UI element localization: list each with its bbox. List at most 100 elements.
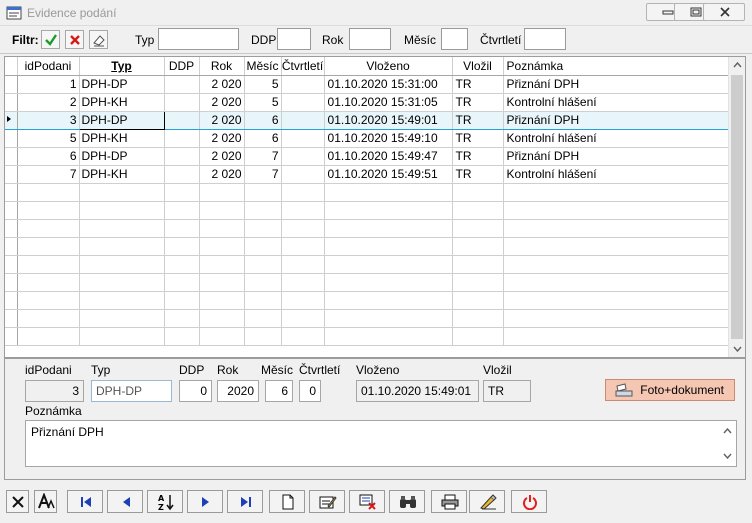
cell-ctvrtleti[interactable] bbox=[281, 273, 325, 292]
cell-typ[interactable]: DPH-KH bbox=[79, 165, 165, 184]
cell-typ[interactable] bbox=[79, 183, 165, 202]
cell-vlozil[interactable] bbox=[452, 183, 504, 202]
cell-vlozeno[interactable]: 01.10.2020 15:49:10 bbox=[324, 129, 453, 148]
cell-vlozeno[interactable] bbox=[324, 273, 453, 292]
cell-ddp[interactable] bbox=[164, 110, 200, 130]
cell-vlozeno[interactable]: 01.10.2020 15:49:01 bbox=[324, 110, 453, 130]
cell-ctvrtleti[interactable] bbox=[281, 129, 325, 148]
memo-scroll-down-icon[interactable] bbox=[723, 453, 732, 459]
cell-vlozeno[interactable] bbox=[324, 183, 453, 202]
cell-mesic[interactable] bbox=[244, 327, 282, 346]
clear-filter-button[interactable] bbox=[89, 30, 108, 49]
cell-ctvrtleti[interactable] bbox=[281, 75, 325, 94]
cell-rok[interactable] bbox=[199, 219, 245, 238]
cell-ctvrtleti[interactable] bbox=[281, 93, 325, 112]
cell-idpodani[interactable]: 2 bbox=[17, 93, 80, 112]
cell-vlozeno[interactable] bbox=[324, 255, 453, 274]
cell-vlozil[interactable] bbox=[452, 219, 504, 238]
cell-typ[interactable]: DPH-DP bbox=[79, 147, 165, 166]
cell-ctvrtleti[interactable] bbox=[281, 147, 325, 166]
cell-typ[interactable] bbox=[79, 255, 165, 274]
cell-rok[interactable] bbox=[199, 183, 245, 202]
cell-mesic[interactable]: 7 bbox=[244, 147, 282, 166]
cell-idpodani[interactable]: 1 bbox=[17, 75, 80, 94]
cell-ctvrtleti[interactable] bbox=[281, 110, 325, 130]
scroll-down-icon[interactable] bbox=[733, 346, 742, 352]
cell-vlozil[interactable]: TR bbox=[452, 147, 504, 166]
cell-vlozeno[interactable] bbox=[324, 309, 453, 328]
col-header-mesic[interactable]: Měsíc bbox=[244, 57, 282, 76]
cell-typ[interactable] bbox=[79, 237, 165, 256]
filter-typ-input[interactable] bbox=[158, 28, 239, 50]
cell-rok[interactable] bbox=[199, 237, 245, 256]
cell-idpodani[interactable] bbox=[17, 327, 80, 346]
cell-vlozil[interactable]: TR bbox=[452, 110, 504, 130]
cell-mesic[interactable]: 5 bbox=[244, 93, 282, 112]
table-row[interactable]: 1 DPH-DP 2 020 5 01.10.2020 15:31:00 TR Přizná… bbox=[5, 75, 733, 94]
cell-typ[interactable] bbox=[79, 291, 165, 310]
cell-poznamka[interactable]: Přiznání DPH bbox=[503, 75, 733, 94]
cell-vlozil[interactable]: TR bbox=[452, 75, 504, 94]
previous-record-button[interactable] bbox=[107, 490, 143, 513]
cell-ddp[interactable] bbox=[164, 273, 200, 292]
cell-poznamka[interactable] bbox=[503, 237, 733, 256]
cell-ddp[interactable] bbox=[164, 129, 200, 148]
search-button[interactable] bbox=[389, 490, 425, 513]
col-header-vlozeno[interactable]: Vloženo bbox=[324, 57, 453, 76]
cell-vlozil[interactable]: TR bbox=[452, 93, 504, 112]
cell-mesic[interactable] bbox=[244, 291, 282, 310]
cell-idpodani[interactable]: 7 bbox=[17, 165, 80, 184]
cell-typ[interactable] bbox=[79, 201, 165, 220]
scroll-thumb[interactable] bbox=[731, 75, 743, 339]
new-record-button[interactable] bbox=[269, 490, 305, 513]
cell-vlozeno[interactable]: 01.10.2020 15:49:51 bbox=[324, 165, 453, 184]
records-grid[interactable]: idPodani Typ DDP Rok Měsíc Čtvrtletí Vlo… bbox=[4, 56, 746, 358]
cell-vlozeno[interactable] bbox=[324, 201, 453, 220]
cell-idpodani[interactable] bbox=[17, 255, 80, 274]
cell-idpodani[interactable] bbox=[17, 237, 80, 256]
font-settings-button[interactable] bbox=[34, 490, 57, 513]
first-record-button[interactable] bbox=[67, 490, 103, 513]
cell-ddp[interactable] bbox=[164, 93, 200, 112]
cell-typ[interactable] bbox=[79, 309, 165, 328]
cell-vlozil[interactable] bbox=[452, 273, 504, 292]
cell-mesic[interactable] bbox=[244, 273, 282, 292]
table-row[interactable]: 3 DPH-DP 2 020 6 01.10.2020 15:49:01 TR Přizná… bbox=[5, 110, 733, 130]
cell-rok[interactable]: 2 020 bbox=[199, 110, 245, 130]
cell-poznamka[interactable] bbox=[503, 183, 733, 202]
detail-rok-field[interactable]: 2020 bbox=[217, 380, 259, 402]
next-record-button[interactable] bbox=[187, 490, 223, 513]
cell-poznamka[interactable] bbox=[503, 255, 733, 274]
cell-poznamka[interactable]: Kontrolní hlášení bbox=[503, 129, 733, 148]
cell-rok[interactable] bbox=[199, 273, 245, 292]
cell-idpodani[interactable] bbox=[17, 309, 80, 328]
filter-ctvrtleti-input[interactable] bbox=[524, 28, 566, 50]
cell-idpodani[interactable] bbox=[17, 183, 80, 202]
cell-ddp[interactable] bbox=[164, 147, 200, 166]
sort-button[interactable]: AZ bbox=[147, 490, 183, 513]
cell-vlozil[interactable] bbox=[452, 327, 504, 346]
cell-ctvrtleti[interactable] bbox=[281, 255, 325, 274]
cell-rok[interactable] bbox=[199, 255, 245, 274]
cell-mesic[interactable]: 6 bbox=[244, 129, 282, 148]
cell-vlozil[interactable] bbox=[452, 237, 504, 256]
memo-scrollbar[interactable] bbox=[719, 421, 736, 466]
cell-typ[interactable] bbox=[79, 219, 165, 238]
col-header-idpodani[interactable]: idPodani bbox=[17, 57, 80, 76]
cell-typ[interactable]: DPH-DP bbox=[79, 75, 165, 94]
cell-ctvrtleti[interactable] bbox=[281, 237, 325, 256]
cell-vlozeno[interactable]: 01.10.2020 15:31:00 bbox=[324, 75, 453, 94]
cell-rok[interactable]: 2 020 bbox=[199, 147, 245, 166]
cell-ddp[interactable] bbox=[164, 219, 200, 238]
detail-ddp-field[interactable]: 0 bbox=[179, 380, 212, 402]
cell-rok[interactable]: 2 020 bbox=[199, 129, 245, 148]
cell-vlozeno[interactable] bbox=[324, 237, 453, 256]
cell-rok[interactable] bbox=[199, 201, 245, 220]
cell-poznamka[interactable] bbox=[503, 291, 733, 310]
col-header-rok[interactable]: Rok bbox=[199, 57, 245, 76]
cell-ctvrtleti[interactable] bbox=[281, 309, 325, 328]
table-row[interactable]: 7 DPH-KH 2 020 7 01.10.2020 15:49:51 TR Kontro… bbox=[5, 165, 733, 184]
apply-filter-button[interactable] bbox=[41, 30, 60, 49]
cell-vlozil[interactable] bbox=[452, 255, 504, 274]
cell-poznamka[interactable] bbox=[503, 201, 733, 220]
